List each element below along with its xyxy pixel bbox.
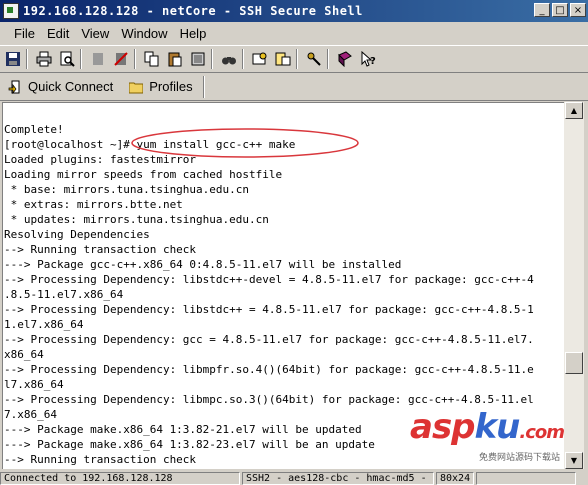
quick-connect-icon: [8, 80, 22, 94]
file-transfer-icon[interactable]: [273, 49, 293, 69]
toolbar-separator: [327, 49, 329, 69]
find-icon[interactable]: [219, 49, 239, 69]
vertical-scrollbar[interactable]: ▲ ▼: [564, 102, 584, 469]
minimize-button[interactable]: _: [534, 3, 550, 17]
toolbar-separator: [134, 49, 136, 69]
status-size: 80x24: [436, 472, 474, 485]
scroll-up-button[interactable]: ▲: [565, 102, 583, 119]
terminal-line: --> Processing Dependency: gcc = 4.8.5-1…: [4, 333, 534, 346]
watermark: aspku.com 免费网站源码下载站: [410, 410, 564, 463]
status-connection: Connected to 192.168.128.128: [0, 472, 240, 485]
keys-icon[interactable]: [304, 49, 324, 69]
maximize-button[interactable]: □: [552, 3, 568, 17]
menu-window[interactable]: Window: [115, 26, 173, 41]
menu-file[interactable]: File: [8, 26, 41, 41]
terminal-line: --> Running transaction check: [4, 243, 197, 256]
terminal-line: .8.5-11.el7.x86_64: [4, 288, 124, 301]
terminal-line: --> Processing Dependency: libmpc.so.3()…: [4, 393, 534, 406]
terminal-line: * base: mirrors.tuna.tsinghua.edu.cn: [4, 183, 250, 196]
menu-help[interactable]: Help: [174, 26, 213, 41]
terminal-area[interactable]: Complete! [root@localhost ~]# yum instal…: [2, 102, 564, 469]
terminal-line: Resolving Dependencies: [4, 228, 150, 241]
copy-icon[interactable]: [142, 49, 162, 69]
menu-bar: File Edit View Window Help: [0, 22, 588, 44]
help-icon[interactable]: ?: [358, 49, 378, 69]
terminal-line: --> Processing Dependency: libstdc++-dev…: [4, 273, 534, 286]
disabled-connect-icon[interactable]: [88, 49, 108, 69]
terminal-line: --> Processing Dependency: libmpfr.so.4(…: [4, 363, 534, 376]
profiles-label: Profiles: [149, 79, 193, 94]
terminal-line: 1.el7.x86_64: [4, 318, 84, 331]
toolbar-separator: [296, 49, 298, 69]
paste-icon[interactable]: [165, 49, 185, 69]
terminal-line: ---> Package gcc-c++.x86_64 0:4.8.5-11.e…: [4, 258, 402, 271]
watermark-ku: ku: [474, 407, 521, 447]
scroll-thumb[interactable]: [565, 352, 583, 374]
quick-connect-button[interactable]: Quick Connect: [4, 79, 117, 94]
book-icon[interactable]: [335, 49, 355, 69]
title-bar: 192.168.128.128 - netCore - SSH Secure S…: [0, 0, 588, 22]
ssh-app-icon[interactable]: [3, 3, 19, 19]
terminal-line: Loading mirror speeds from cached hostfi…: [4, 168, 283, 181]
terminal-line: * updates: mirrors.tuna.tsinghua.edu.cn: [4, 213, 269, 226]
menu-view[interactable]: View: [75, 26, 115, 41]
terminal-line: l7.x86_64: [4, 378, 64, 391]
toolbar-separator: [80, 49, 82, 69]
terminal-line: * extras: mirrors.btte.net: [4, 198, 183, 211]
scroll-down-button[interactable]: ▼: [565, 452, 583, 469]
watermark-logo: aspku.com: [410, 410, 564, 450]
quick-connect-bar: Quick Connect Profiles: [0, 73, 588, 101]
disconnect-icon[interactable]: [111, 49, 131, 69]
quick-connect-group: Quick Connect Profiles: [4, 75, 204, 98]
status-bar: Connected to 192.168.128.128 SSH2 - aes1…: [0, 472, 588, 485]
window-controls: _ □ ×: [534, 3, 586, 17]
watermark-dot-com: .com: [519, 422, 564, 443]
folder-icon: [128, 80, 144, 94]
watermark-subtitle: 免费网站源码下载站: [478, 453, 560, 463]
status-extra: [476, 472, 576, 485]
command-highlight-annotation: [131, 128, 359, 158]
watermark-asp: asp: [410, 407, 476, 447]
paste-special-icon[interactable]: [188, 49, 208, 69]
svg-text:?: ?: [370, 56, 376, 67]
terminal-line: --> Processing Dependency: libstdc++ = 4…: [4, 303, 534, 316]
menu-edit[interactable]: Edit: [41, 26, 75, 41]
window-title: 192.168.128.128 - netCore - SSH Secure S…: [23, 4, 363, 18]
toolbar-separator: [26, 49, 28, 69]
status-cipher: SSH2 - aes128-cbc - hmac-md5 - n: [242, 472, 434, 485]
print-icon[interactable]: [34, 49, 54, 69]
profiles-button[interactable]: Profiles: [125, 79, 196, 94]
terminal-line: x86_64: [4, 348, 44, 361]
close-button[interactable]: ×: [570, 3, 586, 17]
toolbar-separator: [242, 49, 244, 69]
toolbar-separator: [211, 49, 213, 69]
save-icon[interactable]: [3, 49, 23, 69]
quick-connect-label: Quick Connect: [28, 79, 114, 94]
print-preview-icon[interactable]: [57, 49, 77, 69]
toolbar: ?: [0, 45, 588, 73]
settings-icon[interactable]: [250, 49, 270, 69]
